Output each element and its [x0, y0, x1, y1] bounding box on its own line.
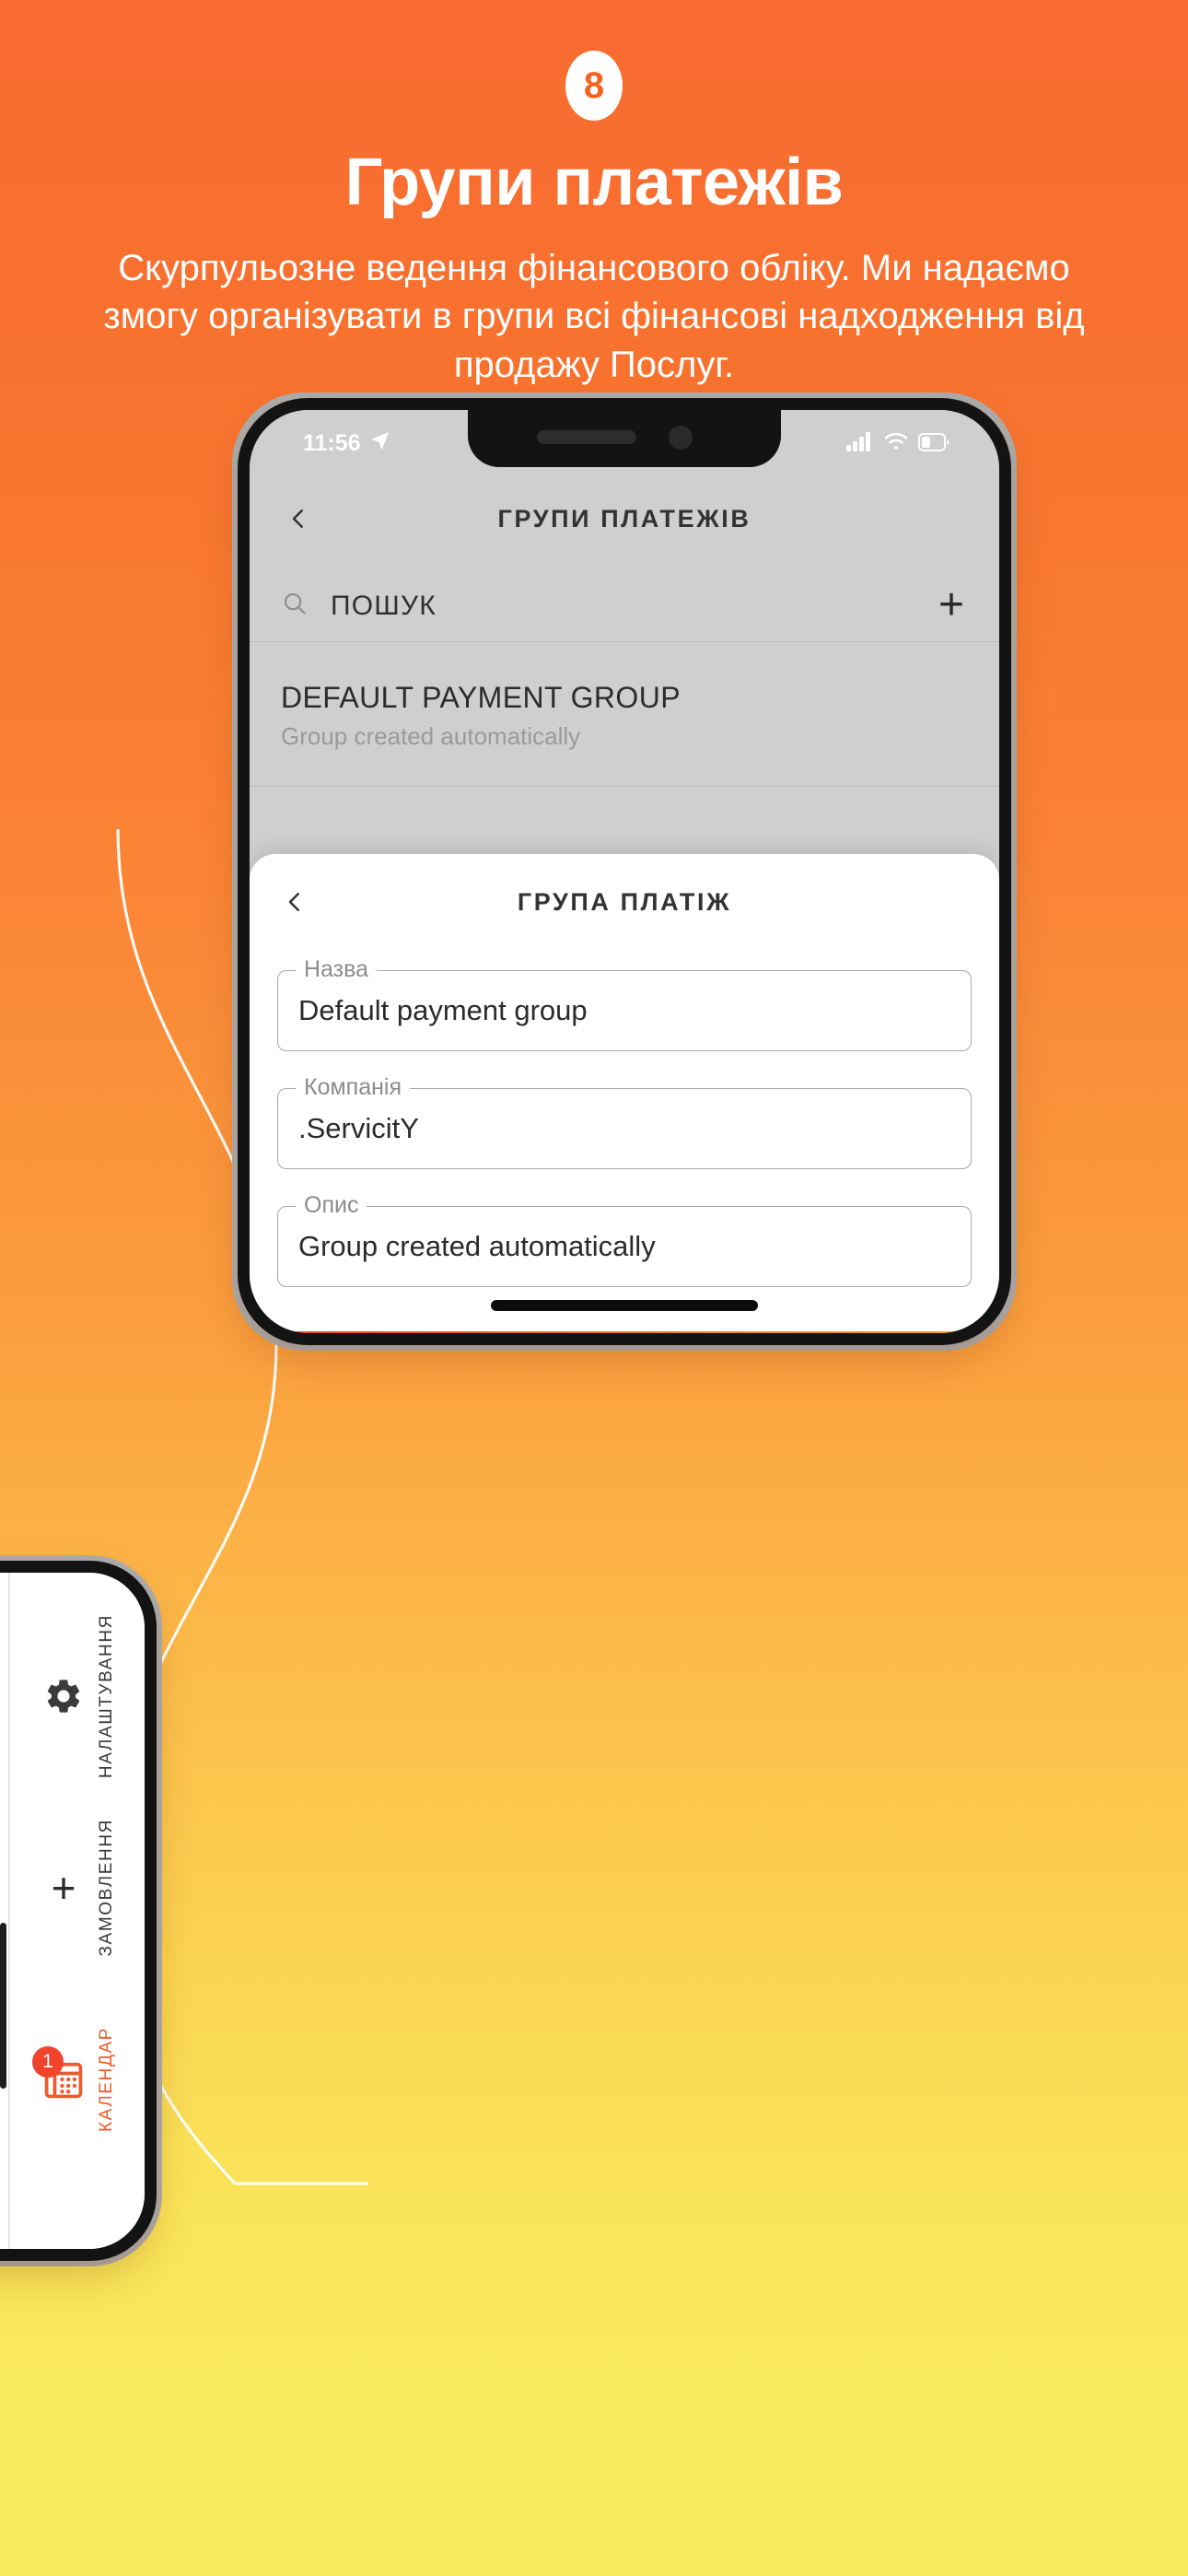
name-field-value: Default payment group — [298, 994, 588, 1026]
navbar-title: ГРУПИ ПЛАТЕЖІВ — [497, 504, 751, 533]
page-title: Групи платежів — [344, 146, 844, 219]
sheet-actions: Зберегти Відміна — [250, 1324, 999, 1333]
cellular-bars-icon — [846, 431, 874, 458]
wifi-icon — [883, 431, 909, 458]
location-arrow-icon — [369, 429, 391, 458]
payment-group-sheet: ГРУПА ПЛАТІЖ Назва Default payment group… — [250, 854, 999, 1333]
add-group-button[interactable]: + — [938, 583, 968, 627]
sidebar-item-settings-label: НАЛАШТУВАННЯ — [97, 1613, 116, 1779]
name-field-box[interactable]: Default payment group — [277, 970, 972, 1051]
status-bar-time: 11:56 — [303, 430, 361, 456]
save-button[interactable]: Зберегти — [277, 1331, 972, 1333]
status-bar: 11:56 — [250, 410, 999, 467]
sidebar: НАЛАШТУВАННЯ ЗАМОВЛЕННЯ + КАЛЕНДАР 1 — [0, 1573, 145, 2249]
battery-icon — [918, 431, 949, 458]
left-phone-body: НАЛАШТУВАННЯ ЗАМОВЛЕННЯ + КАЛЕНДАР 1 — [0, 1561, 157, 2261]
name-field[interactable]: Назва Default payment group — [277, 956, 972, 1051]
sidebar-item-settings[interactable]: НАЛАШТУВАННЯ — [38, 1604, 117, 1788]
step-badge-number: 8 — [583, 65, 605, 106]
company-field-value: .ServicitY — [298, 1112, 419, 1144]
chevron-left-icon[interactable] — [281, 501, 316, 536]
form-fields: Назва Default payment group Компанія .Se… — [250, 950, 999, 1287]
sheet-navbar: ГРУПА ПЛАТІЖ — [250, 854, 999, 950]
list-item-title: DEFAULT PAYMENT GROUP — [281, 681, 681, 714]
navbar: ГРУПИ ПЛАТЕЖІВ — [250, 467, 999, 570]
sidebar-content-area — [0, 1573, 10, 2249]
right-phone-body: ГРУПИ ПЛАТЕЖІВ ПОШУК + DEFAULT PAYMENT G… — [238, 398, 1011, 1345]
sidebar-scroll-indicator[interactable] — [0, 1923, 6, 2089]
home-indicator[interactable] — [491, 1300, 758, 1311]
description-field-label: Опис — [296, 1192, 367, 1219]
description-field-value: Group created automatically — [298, 1230, 656, 1262]
name-field-label: Назва — [296, 956, 378, 983]
search-input[interactable]: ПОШУК — [331, 591, 916, 622]
sidebar-item-calendar[interactable]: КАЛЕНДАР 1 — [32, 1987, 117, 2172]
sheet-title: ГРУПА ПЛАТІЖ — [517, 887, 732, 916]
list-item-subtitle: Group created automatically — [281, 722, 581, 750]
left-phone-screen: НАЛАШТУВАННЯ ЗАМОВЛЕННЯ + КАЛЕНДАР 1 — [0, 1573, 145, 2249]
right-phone-screen: ГРУПИ ПЛАТЕЖІВ ПОШУК + DEFAULT PAYMENT G… — [250, 410, 999, 1333]
list-item[interactable]: DEFAULT PAYMENT GROUP Group created auto… — [250, 642, 999, 787]
page-description: Скурпульозне ведення фінансового обліку.… — [103, 247, 1085, 386]
plus-icon: + — [51, 1864, 76, 1912]
calendar-icon: 1 — [32, 2046, 89, 2103]
right-phone-mockup: ГРУПИ ПЛАТЕЖІВ ПОШУК + DEFAULT PAYMENT G… — [232, 392, 1017, 1351]
hero-section: 8 Групи платежів Скурпульозне ведення фі… — [0, 0, 1188, 390]
search-row[interactable]: ПОШУК + — [250, 570, 999, 642]
left-phone-mockup: НАЛАШТУВАННЯ ЗАМОВЛЕННЯ + КАЛЕНДАР 1 — [0, 1555, 162, 2266]
description-field-box[interactable]: Group created automatically — [277, 1206, 972, 1287]
sidebar-item-orders[interactable]: ЗАМОВЛЕННЯ + — [38, 1796, 117, 1980]
sidebar-rail: НАЛАШТУВАННЯ ЗАМОВЛЕННЯ + КАЛЕНДАР 1 — [10, 1573, 145, 2249]
sidebar-item-orders-label: ЗАМОВЛЕННЯ — [97, 1819, 116, 1957]
search-icon — [281, 590, 309, 622]
company-field[interactable]: Компанія .ServicitY — [277, 1074, 972, 1169]
sidebar-item-calendar-label: КАЛЕНДАР — [97, 2026, 116, 2133]
calendar-badge-count: 1 — [32, 2046, 64, 2078]
gear-icon — [38, 1676, 89, 1716]
company-field-label: Компанія — [296, 1074, 410, 1101]
step-badge: 8 — [565, 51, 623, 121]
description-field[interactable]: Опис Group created automatically — [277, 1192, 972, 1287]
